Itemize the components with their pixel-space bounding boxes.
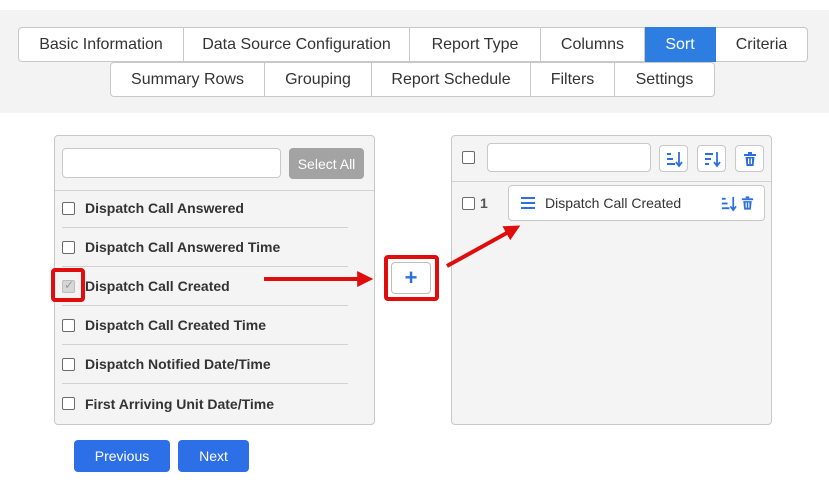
list-item[interactable]: First Arriving Unit Date/Time (62, 384, 348, 423)
tab-row-primary: Basic Information Data Source Configurat… (18, 27, 808, 62)
sort-field-card[interactable]: Dispatch Call Created (508, 185, 765, 221)
tab-report-type[interactable]: Report Type (410, 27, 541, 62)
field-checkbox[interactable] (62, 318, 75, 332)
field-label: First Arriving Unit Date/Time (85, 395, 275, 412)
field-label: Dispatch Call Created Time (85, 317, 267, 333)
trash-icon (743, 151, 756, 166)
tab-settings[interactable]: Settings (615, 62, 715, 97)
sort-descending-icon (704, 151, 721, 167)
tab-row-secondary: Summary Rows Grouping Report Schedule Fi… (110, 62, 715, 97)
field-checkbox[interactable] (62, 201, 75, 215)
available-fields-header: Select All (55, 136, 374, 191)
field-label: Dispatch Call Answered Time (85, 239, 281, 255)
tab-sort[interactable]: Sort (645, 27, 716, 62)
tab-criteria[interactable]: Criteria (716, 27, 808, 62)
sort-ascending-icon (666, 151, 683, 167)
sort-row-checkbox[interactable] (462, 196, 475, 210)
sort-fields-search-input[interactable] (487, 143, 651, 172)
next-button[interactable]: Next (178, 440, 249, 472)
tab-basic-information[interactable]: Basic Information (18, 27, 184, 62)
list-item[interactable]: Dispatch Call Answered Time (62, 228, 348, 267)
drag-handle-icon[interactable] (521, 197, 535, 209)
list-item[interactable]: Dispatch Call Created Time (62, 306, 348, 345)
select-all-button[interactable]: Select All (289, 148, 364, 179)
sort-row: 1 (462, 195, 488, 211)
sort-row-index: 1 (480, 195, 488, 211)
tab-columns[interactable]: Columns (541, 27, 645, 62)
sort-fields-header (452, 136, 771, 182)
sort-fields-panel: 1 Dispatch Call Created (451, 135, 772, 425)
sort-all-descending-button[interactable] (697, 145, 726, 172)
tab-grouping[interactable]: Grouping (265, 62, 372, 97)
tab-data-source-configuration[interactable]: Data Source Configuration (184, 27, 410, 62)
list-item[interactable]: Dispatch Call Answered (62, 189, 348, 228)
tab-summary-rows[interactable]: Summary Rows (110, 62, 265, 97)
field-checkbox[interactable] (62, 240, 75, 254)
tab-report-schedule[interactable]: Report Schedule (372, 62, 531, 97)
field-label: Dispatch Call Created (85, 278, 230, 294)
tab-filters[interactable]: Filters (531, 62, 615, 97)
tab-bar: Basic Information Data Source Configurat… (0, 10, 829, 113)
delete-all-button[interactable] (735, 145, 764, 172)
list-item[interactable]: Dispatch Call Created (62, 267, 348, 306)
sort-all-ascending-button[interactable] (659, 145, 688, 172)
field-label: Dispatch Call Answered (85, 200, 244, 216)
list-item[interactable]: Dispatch Notified Date/Time (62, 345, 348, 384)
field-checkbox-checked[interactable] (62, 278, 75, 293)
field-label: Dispatch Notified Date/Time (85, 356, 271, 372)
sort-field-label: Dispatch Call Created (545, 195, 682, 211)
trash-icon[interactable] (740, 195, 755, 211)
add-to-sort-button[interactable]: + (391, 262, 431, 294)
available-fields-panel: Select All Dispatch Call Answered Dispat… (54, 135, 375, 425)
previous-button[interactable]: Previous (74, 440, 170, 472)
field-checkbox[interactable] (62, 397, 75, 410)
select-all-sorted-checkbox[interactable] (462, 151, 475, 164)
available-fields-search-input[interactable] (62, 148, 281, 178)
sort-ascending-icon[interactable] (720, 195, 737, 212)
field-checkbox[interactable] (62, 357, 75, 371)
